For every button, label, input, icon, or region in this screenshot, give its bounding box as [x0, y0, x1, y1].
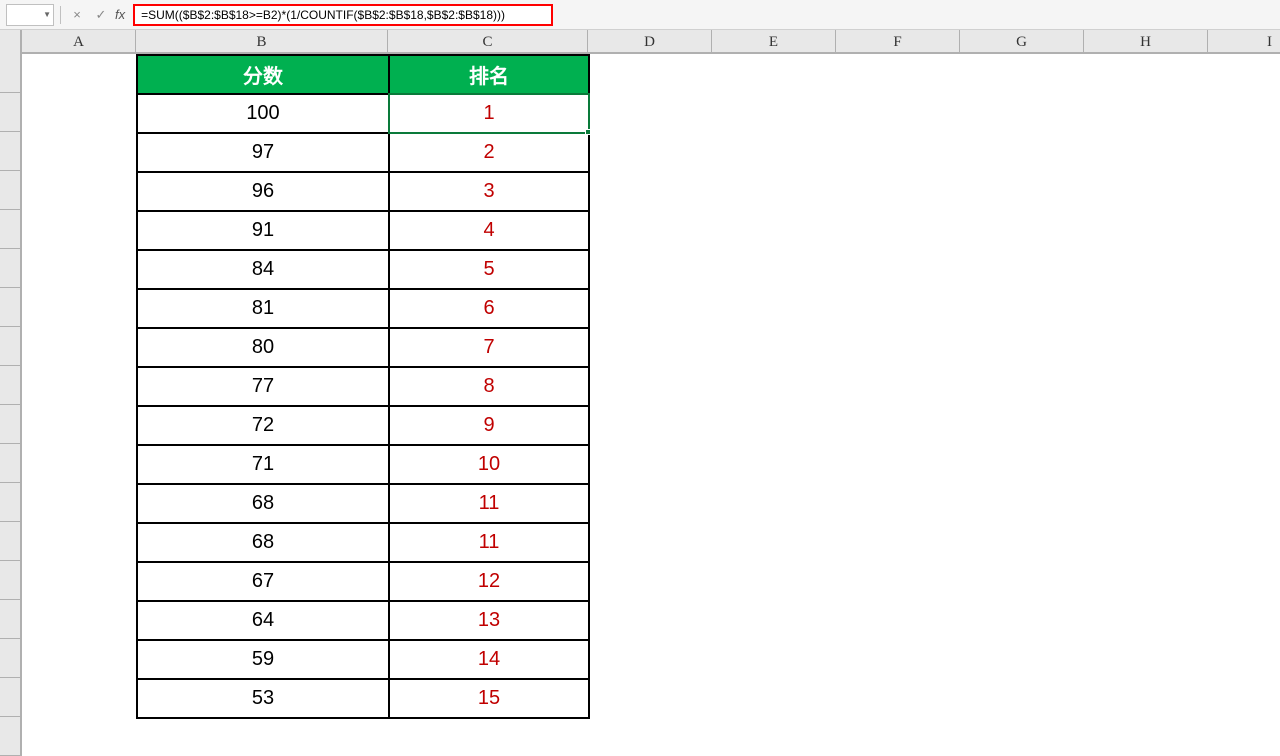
score-cell[interactable]: 81: [137, 289, 389, 328]
column-header-B[interactable]: B: [136, 30, 388, 54]
score-cell[interactable]: 80: [137, 328, 389, 367]
rank-cell[interactable]: 13: [389, 601, 589, 640]
table-row: 845: [137, 250, 589, 289]
score-cell[interactable]: 68: [137, 484, 389, 523]
row-header[interactable]: [0, 249, 22, 288]
table-row: 6712: [137, 562, 589, 601]
score-cell[interactable]: 53: [137, 679, 389, 718]
rank-cell[interactable]: 6: [389, 289, 589, 328]
score-cell[interactable]: 59: [137, 640, 389, 679]
score-cell[interactable]: 64: [137, 601, 389, 640]
formula-text: =SUM(($B$2:$B$18>=B2)*(1/COUNTIF($B$2:$B…: [141, 8, 505, 22]
table-row: 7110: [137, 445, 589, 484]
table-row: 963: [137, 172, 589, 211]
rank-cell[interactable]: 9: [389, 406, 589, 445]
grid: 分数 排名 1001972963914845816807778729711068…: [0, 54, 1280, 756]
score-cell[interactable]: 97: [137, 133, 389, 172]
data-table: 分数 排名 1001972963914845816807778729711068…: [136, 54, 590, 719]
row-header[interactable]: [0, 210, 22, 249]
table-row: 5315: [137, 679, 589, 718]
row-header[interactable]: [0, 327, 22, 366]
row-header[interactable]: [0, 639, 22, 678]
score-cell[interactable]: 84: [137, 250, 389, 289]
row-header[interactable]: [0, 366, 22, 405]
row-header[interactable]: [0, 717, 22, 756]
score-cell[interactable]: 91: [137, 211, 389, 250]
row-header[interactable]: [0, 444, 22, 483]
score-cell[interactable]: 71: [137, 445, 389, 484]
rank-cell[interactable]: 14: [389, 640, 589, 679]
header-score[interactable]: 分数: [137, 55, 389, 94]
column-header-F[interactable]: F: [836, 30, 960, 54]
column-header-C[interactable]: C: [388, 30, 588, 54]
header-rank[interactable]: 排名: [389, 55, 589, 94]
rank-cell[interactable]: 1: [389, 94, 589, 133]
column-header-A[interactable]: A: [22, 30, 136, 54]
rank-cell[interactable]: 12: [389, 562, 589, 601]
score-cell[interactable]: 72: [137, 406, 389, 445]
enter-formula-button[interactable]: ✓: [91, 5, 111, 25]
rank-cell[interactable]: 11: [389, 523, 589, 562]
formula-input[interactable]: =SUM(($B$2:$B$18>=B2)*(1/COUNTIF($B$2:$B…: [133, 4, 553, 26]
header-row: 分数 排名: [137, 55, 589, 94]
column-header-E[interactable]: E: [712, 30, 836, 54]
score-cell[interactable]: 68: [137, 523, 389, 562]
formula-bar: ▼ × ✓ fx =SUM(($B$2:$B$18>=B2)*(1/COUNTI…: [0, 0, 1280, 30]
column-headers: ABCDEFGHI: [0, 30, 1280, 54]
row-header[interactable]: [0, 54, 22, 93]
column-header-G[interactable]: G: [960, 30, 1084, 54]
rank-cell[interactable]: 15: [389, 679, 589, 718]
cells-area[interactable]: 分数 排名 1001972963914845816807778729711068…: [22, 54, 1280, 756]
column-header-H[interactable]: H: [1084, 30, 1208, 54]
row-headers: [0, 54, 22, 756]
dropdown-icon[interactable]: ▼: [43, 10, 51, 19]
table-row: 972: [137, 133, 589, 172]
rank-cell[interactable]: 5: [389, 250, 589, 289]
table-row: 1001: [137, 94, 589, 133]
row-header[interactable]: [0, 405, 22, 444]
table-row: 6811: [137, 523, 589, 562]
score-cell[interactable]: 67: [137, 562, 389, 601]
rank-cell[interactable]: 7: [389, 328, 589, 367]
row-header[interactable]: [0, 171, 22, 210]
rank-cell[interactable]: 3: [389, 172, 589, 211]
table-row: 778: [137, 367, 589, 406]
name-box[interactable]: ▼: [6, 4, 54, 26]
row-header[interactable]: [0, 561, 22, 600]
row-header[interactable]: [0, 288, 22, 327]
table-row: 816: [137, 289, 589, 328]
divider: [60, 6, 61, 24]
rank-cell[interactable]: 2: [389, 133, 589, 172]
score-cell[interactable]: 77: [137, 367, 389, 406]
table-row: 5914: [137, 640, 589, 679]
table-row: 6413: [137, 601, 589, 640]
row-header[interactable]: [0, 678, 22, 717]
column-header-D[interactable]: D: [588, 30, 712, 54]
rank-cell[interactable]: 4: [389, 211, 589, 250]
column-header-I[interactable]: I: [1208, 30, 1280, 54]
table-row: 807: [137, 328, 589, 367]
select-all-corner[interactable]: [0, 30, 22, 54]
cancel-formula-button[interactable]: ×: [67, 5, 87, 25]
rank-cell[interactable]: 8: [389, 367, 589, 406]
row-header[interactable]: [0, 483, 22, 522]
row-header[interactable]: [0, 522, 22, 561]
table-row: 6811: [137, 484, 589, 523]
table-row: 914: [137, 211, 589, 250]
row-header[interactable]: [0, 132, 22, 171]
score-cell[interactable]: 100: [137, 94, 389, 133]
fx-label[interactable]: fx: [115, 7, 125, 22]
table-row: 729: [137, 406, 589, 445]
score-cell[interactable]: 96: [137, 172, 389, 211]
rank-cell[interactable]: 11: [389, 484, 589, 523]
row-header[interactable]: [0, 600, 22, 639]
rank-cell[interactable]: 10: [389, 445, 589, 484]
row-header[interactable]: [0, 93, 22, 132]
